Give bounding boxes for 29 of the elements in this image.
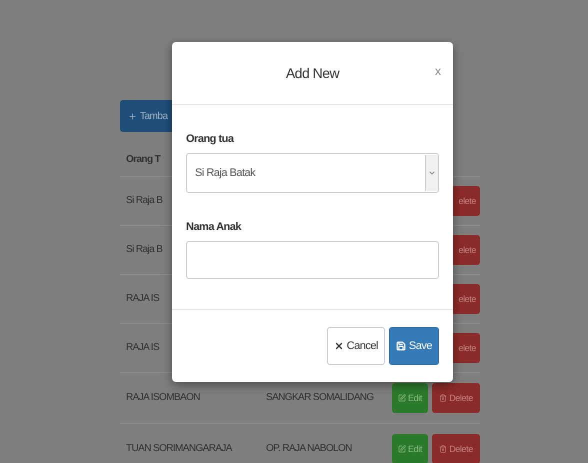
cancel-button[interactable]: Cancel <box>326 327 385 365</box>
table-cell: RAJA IS <box>126 342 160 354</box>
delete-button[interactable]: Delete <box>432 434 480 463</box>
table-cell: Si Raja B <box>126 195 162 207</box>
table-cell: TUAN SORIMANGARAJA <box>126 443 232 455</box>
close-icon <box>334 341 344 351</box>
column-header: Orang T <box>126 154 160 166</box>
trash-icon <box>439 445 448 453</box>
select-field[interactable]: Si Raja Batak <box>186 153 439 193</box>
save-icon <box>396 341 406 351</box>
save-button[interactable]: Save <box>388 327 439 365</box>
field-label: Nama Anak <box>186 221 242 233</box>
table-cell: SANGKAR SOMALIDANG <box>266 392 374 404</box>
chevron-down-icon <box>428 169 436 177</box>
trash-icon <box>439 394 448 402</box>
table-cell: Si Raja B <box>126 244 162 256</box>
close-button[interactable]: x <box>435 64 441 78</box>
dialog-title: Add New <box>286 65 340 81</box>
edit-button[interactable]: Edit <box>392 383 428 413</box>
field-label: Orang tua <box>186 133 235 145</box>
plus-icon <box>128 112 137 120</box>
edit-icon <box>398 394 406 402</box>
delete-button[interactable]: Delete <box>432 383 480 413</box>
edit-icon <box>398 445 406 453</box>
table-cell: OP. RAJA NABOLON <box>266 443 352 455</box>
input-field[interactable] <box>186 241 439 279</box>
edit-button[interactable]: Edit <box>392 434 428 463</box>
table-cell: RAJA IS <box>126 293 160 305</box>
table-cell: RAJA ISOMBAON <box>126 392 200 404</box>
